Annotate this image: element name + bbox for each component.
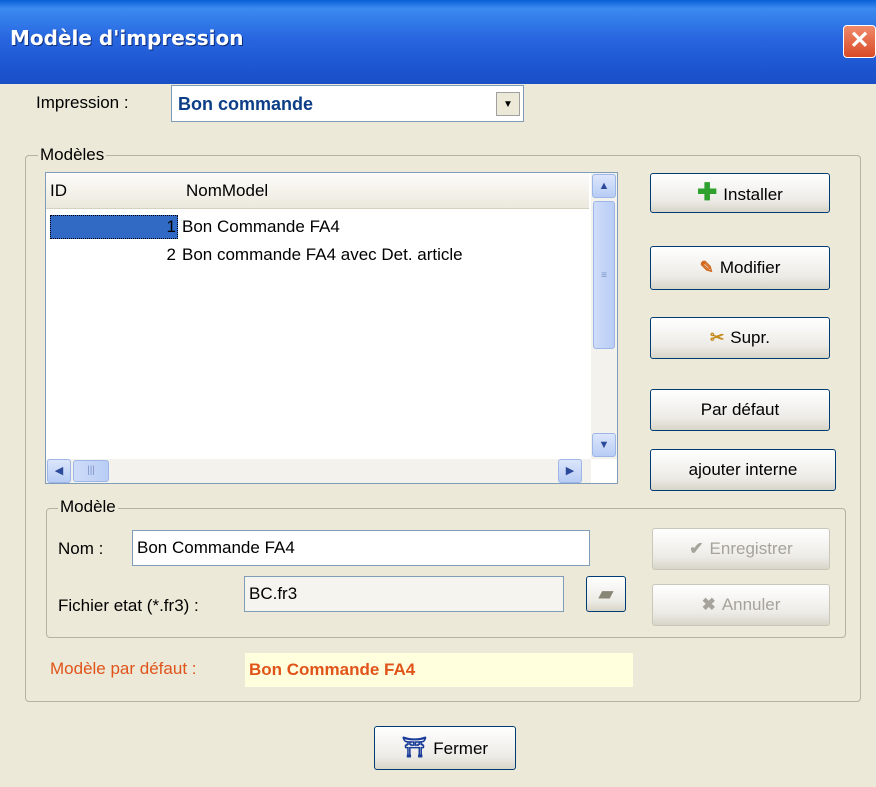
window-title: Modèle d'impression	[10, 26, 244, 50]
scroll-right-icon[interactable]: ▶	[558, 459, 582, 483]
impression-select[interactable]: Bon commande ▼	[171, 85, 524, 122]
default-model-value: Bon Commande FA4	[245, 653, 633, 687]
add-internal-button[interactable]: ajouter interne	[650, 449, 836, 491]
close-window-button[interactable]: ✕	[843, 25, 876, 58]
default-model-label: Modèle par défaut :	[50, 659, 197, 678]
exit-door-icon: ⛩	[401, 737, 428, 759]
table-row[interactable]: 1 Bon Commande FA4	[46, 215, 589, 239]
x-icon: ✖	[701, 595, 716, 614]
set-default-button[interactable]: Par défaut	[650, 389, 830, 431]
modify-button[interactable]: ✎ Modifier	[650, 246, 830, 290]
folder-icon: ▰	[598, 583, 614, 605]
name-label: Nom :	[58, 539, 104, 558]
plus-icon: ✚	[697, 179, 718, 206]
close-button[interactable]: ⛩ Fermer	[374, 726, 516, 770]
table-row[interactable]: 2 Bon commande FA4 avec Det. article	[46, 243, 589, 267]
list-header: ID NomModel	[46, 173, 589, 209]
save-button[interactable]: ✔ Enregistrer	[652, 528, 830, 570]
cancel-button[interactable]: ✖ Annuler	[652, 584, 830, 626]
row-id: 1	[50, 215, 178, 239]
scissors-icon: ✂	[710, 328, 725, 347]
row-name: Bon commande FA4 avec Det. article	[182, 245, 463, 264]
vertical-scrollbar[interactable]: ▲ ≡ ▼	[591, 173, 617, 459]
horizontal-scrollbar[interactable]: ◀ ||| ▶	[46, 459, 591, 483]
row-id: 2	[166, 245, 176, 264]
scroll-down-icon[interactable]: ▼	[592, 433, 616, 457]
name-field[interactable]: Bon Commande FA4	[132, 530, 590, 566]
scroll-left-icon[interactable]: ◀	[47, 459, 71, 483]
column-header-id[interactable]: ID	[50, 181, 67, 201]
models-list[interactable]: ID NomModel 1 Bon Commande FA4 2 Bon com…	[45, 172, 618, 484]
chevron-down-icon[interactable]: ▼	[496, 92, 520, 116]
model-group-label: Modèle	[58, 497, 118, 517]
browse-button[interactable]: ▰	[586, 576, 626, 612]
file-field[interactable]: BC.fr3	[244, 576, 564, 612]
impression-value: Bon commande	[178, 94, 314, 114]
hscroll-thumb[interactable]: |||	[73, 460, 109, 482]
models-group-label: Modèles	[38, 145, 107, 165]
impression-label: Impression :	[36, 93, 129, 112]
scroll-thumb[interactable]: ≡	[593, 201, 615, 349]
pencil-icon: ✎	[699, 258, 714, 277]
scroll-up-icon[interactable]: ▲	[592, 174, 616, 198]
check-icon: ✔	[689, 539, 704, 558]
column-header-name[interactable]: NomModel	[186, 181, 268, 201]
row-name: Bon Commande FA4	[182, 217, 340, 236]
close-icon: ✕	[849, 27, 870, 54]
delete-button[interactable]: ✂ Supr.	[650, 317, 830, 359]
file-label: Fichier etat (*.fr3) :	[58, 596, 199, 615]
install-button[interactable]: ✚ Installer	[650, 173, 830, 213]
title-bar[interactable]: Modèle d'impression ✕	[0, 0, 876, 84]
